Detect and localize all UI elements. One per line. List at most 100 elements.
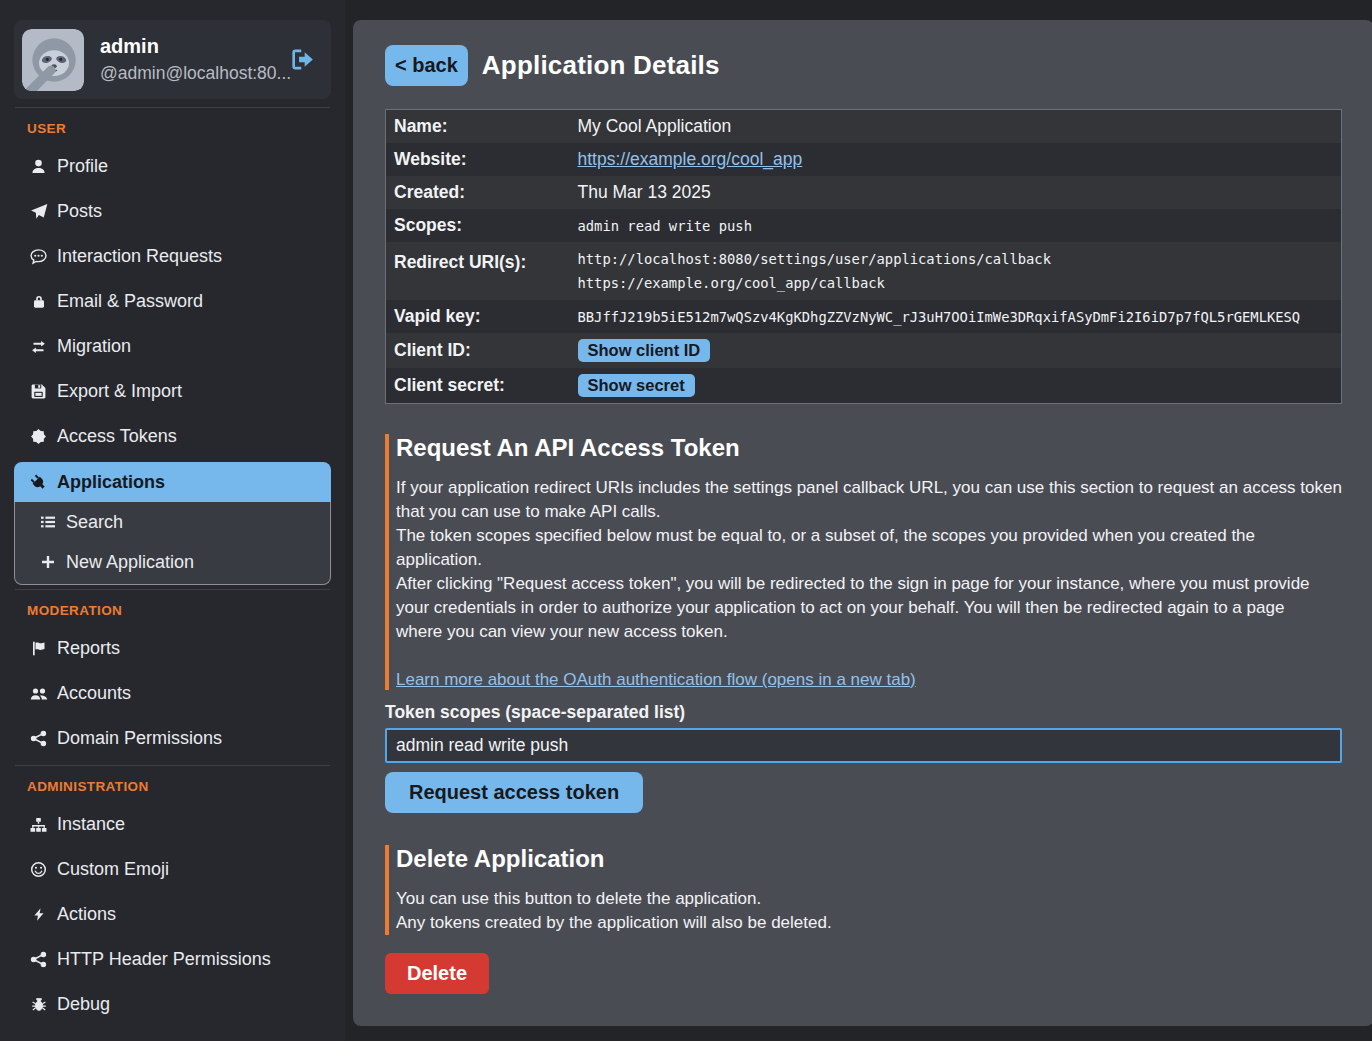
table-row: Created: Thu Mar 13 2025 xyxy=(386,176,1342,209)
table-row: Client secret: Show secret xyxy=(386,368,1342,404)
share-nodes-icon xyxy=(28,730,49,748)
lock-icon xyxy=(28,293,49,311)
comment-dots-icon xyxy=(28,248,49,266)
sidebar-divider xyxy=(15,107,330,108)
page-title: Application Details xyxy=(482,50,720,81)
sidebar-item-label: Actions xyxy=(57,904,116,925)
row-label: Client ID: xyxy=(386,333,570,368)
sidebar-item-label: Export & Import xyxy=(57,381,182,402)
user-card[interactable]: admin @admin@localhost:80... xyxy=(14,20,331,99)
row-label: Name: xyxy=(386,110,570,144)
list-icon xyxy=(37,513,58,531)
table-row: Vapid key: BBJffJ219b5iE512m7wQSzv4KgKDh… xyxy=(386,300,1342,333)
sidebar-divider xyxy=(15,765,330,766)
redirect-uri: http://localhost:8080/settings/user/appl… xyxy=(578,247,1333,271)
share-nodes-icon xyxy=(28,951,49,969)
sidebar-item-email-password[interactable]: Email & Password xyxy=(14,279,331,324)
sidebar-item-accounts[interactable]: Accounts xyxy=(14,671,331,716)
sidebar-item-label: Instance xyxy=(57,814,125,835)
section-paragraph-line: The token scopes specified below must be… xyxy=(396,524,1342,548)
section-heading: Request An API Access Token xyxy=(396,434,1342,462)
sidebar-item-reports[interactable]: Reports xyxy=(14,626,331,671)
sidebar: admin @admin@localhost:80... USER Profil… xyxy=(0,0,345,1041)
sidebar-item-label: Access Tokens xyxy=(57,426,177,447)
section-paragraph-line: that you can use to make API calls. xyxy=(396,500,1342,524)
section-line: Any tokens created by the application wi… xyxy=(396,911,1342,935)
sidebar-divider xyxy=(15,589,330,590)
section-paragraph-line: If your application redirect URIs includ… xyxy=(396,476,1342,500)
logout-icon[interactable] xyxy=(290,47,315,72)
avatar xyxy=(22,29,84,91)
delete-application-section: Delete Application You can use this butt… xyxy=(385,845,1342,935)
sidebar-item-actions[interactable]: Actions xyxy=(14,892,331,937)
user-icon xyxy=(28,158,49,176)
username: admin xyxy=(100,35,290,58)
row-label: Redirect URI(s): xyxy=(386,242,570,300)
row-label: Created: xyxy=(386,176,570,209)
token-scopes-input[interactable] xyxy=(385,728,1342,763)
sidebar-item-instance[interactable]: Instance xyxy=(14,802,331,847)
sidebar-item-applications[interactable]: Applications xyxy=(14,462,331,502)
request-access-token-button[interactable]: Request access token xyxy=(385,772,643,813)
table-row: Client ID: Show client ID xyxy=(386,333,1342,368)
sidebar-item-migration[interactable]: Migration xyxy=(14,324,331,369)
sidebar-item-search[interactable]: Search xyxy=(15,502,330,542)
row-label: Vapid key: xyxy=(386,300,570,333)
back-button[interactable]: < back xyxy=(385,45,468,86)
table-row: Redirect URI(s): http://localhost:8080/s… xyxy=(386,242,1342,300)
application-details-table: Name: My Cool Application Website: https… xyxy=(385,109,1342,404)
sidebar-item-label: New Application xyxy=(66,552,194,573)
sidebar-item-label: Profile xyxy=(57,156,108,177)
token-scopes-label: Token scopes (space-separated list) xyxy=(385,702,1342,723)
sidebar-item-http-header-permissions[interactable]: HTTP Header Permissions xyxy=(14,937,331,982)
token-request-section: Request An API Access Token If your appl… xyxy=(385,434,1342,690)
website-link[interactable]: https://example.org/cool_app xyxy=(578,149,803,169)
sidebar-item-label: Accounts xyxy=(57,683,131,704)
section-paragraph-line: your credentials in order to authorize y… xyxy=(396,596,1342,620)
row-value: BBJffJ219b5iE512m7wQSzv4KgKDhgZZVzNyWC_r… xyxy=(570,300,1342,333)
arrows-left-right-icon xyxy=(28,338,49,356)
applications-block: Applications Search New Application xyxy=(14,462,331,585)
sidebar-item-label: Interaction Requests xyxy=(57,246,222,267)
show-client-id-button[interactable]: Show client ID xyxy=(578,339,711,362)
section-header-moderation: MODERATION xyxy=(27,602,318,620)
sidebar-item-profile[interactable]: Profile xyxy=(14,144,331,189)
sidebar-item-debug[interactable]: Debug xyxy=(14,982,331,1027)
sidebar-item-label: HTTP Header Permissions xyxy=(57,949,271,970)
users-icon xyxy=(28,685,49,703)
sidebar-item-label: Posts xyxy=(57,201,102,222)
show-secret-button[interactable]: Show secret xyxy=(578,374,695,397)
sidebar-item-label: Domain Permissions xyxy=(57,728,222,749)
section-line: You can use this button to delete the ap… xyxy=(396,887,1342,911)
section-header-user: USER xyxy=(27,120,318,138)
floppy-disk-icon xyxy=(28,383,49,401)
sidebar-item-label: Email & Password xyxy=(57,291,203,312)
delete-button[interactable]: Delete xyxy=(385,953,489,994)
sidebar-item-label: Custom Emoji xyxy=(57,859,169,880)
sidebar-item-interaction-requests[interactable]: Interaction Requests xyxy=(14,234,331,279)
sidebar-item-label: Migration xyxy=(57,336,131,357)
sidebar-item-posts[interactable]: Posts xyxy=(14,189,331,234)
flag-icon xyxy=(28,640,49,658)
main-area: < back Application Details Name: My Cool… xyxy=(345,0,1372,1041)
sidebar-item-domain-permissions[interactable]: Domain Permissions xyxy=(14,716,331,761)
row-label: Scopes: xyxy=(386,209,570,242)
sidebar-item-label: Reports xyxy=(57,638,120,659)
section-paragraph-line: application. xyxy=(396,548,1342,572)
applications-submenu: Search New Application xyxy=(14,502,331,585)
row-value: admin read write push xyxy=(570,209,1342,242)
bug-icon xyxy=(28,996,49,1014)
user-handle: @admin@localhost:80... xyxy=(100,63,290,84)
section-paragraph-line: where you can view your new access token… xyxy=(396,620,1342,644)
sidebar-item-new-application[interactable]: New Application xyxy=(15,542,330,582)
sidebar-item-export-import[interactable]: Export & Import xyxy=(14,369,331,414)
certificate-icon xyxy=(28,428,49,446)
sidebar-item-custom-emoji[interactable]: Custom Emoji xyxy=(14,847,331,892)
table-row: Scopes: admin read write push xyxy=(386,209,1342,242)
row-value: My Cool Application xyxy=(570,110,1342,144)
redirect-uri: https://example.org/cool_app/callback xyxy=(578,271,1333,295)
sidebar-item-access-tokens[interactable]: Access Tokens xyxy=(14,414,331,459)
row-label: Client secret: xyxy=(386,368,570,404)
oauth-docs-link[interactable]: Learn more about the OAuth authenticatio… xyxy=(396,670,916,690)
table-row: Name: My Cool Application xyxy=(386,110,1342,144)
